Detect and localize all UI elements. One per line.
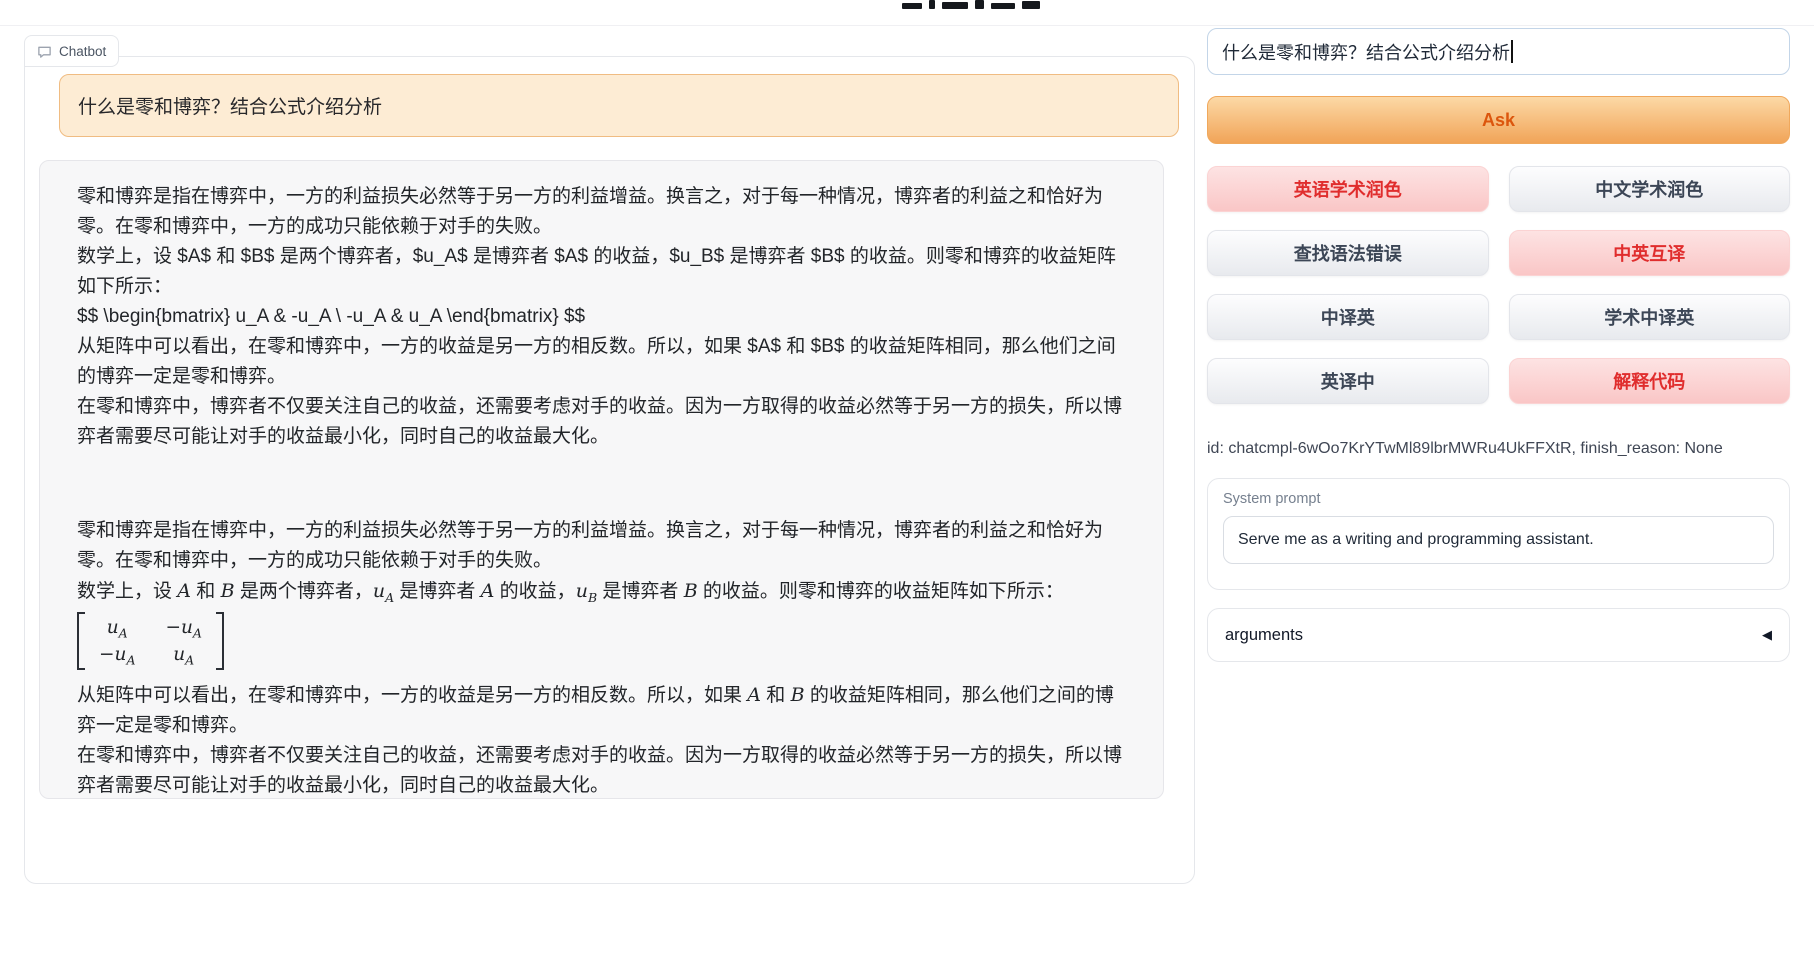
system-prompt-input[interactable]: Serve me as a writing and programming as…	[1223, 516, 1774, 564]
id-status-line: id: chatcmpl-6wOo7KrYTwMl89lbrMWRu4UkFFX…	[1207, 440, 1790, 458]
action-button-grid: 英语学术润色 中文学术润色 查找语法错误 中英互译 中译英 学术中译英 英译中 …	[1207, 166, 1790, 404]
chatbot-label: Chatbot	[59, 44, 106, 59]
matrix-left-bracket	[77, 612, 85, 670]
ask-button[interactable]: Ask	[1207, 96, 1790, 144]
bot-rendered-paragraph: 在零和博弈中，博弈者不仅要关注自己的收益，还需要考虑对手的收益。因为一方取得的收…	[77, 741, 1130, 799]
system-prompt-value: Serve me as a writing and programming as…	[1238, 531, 1594, 549]
accordion-title: arguments	[1225, 626, 1303, 645]
question-input-value: 什么是零和博弈？结合公式介绍分析	[1222, 39, 1510, 65]
top-divider	[0, 25, 1814, 26]
matrix-right-bracket	[216, 612, 224, 670]
collapse-triangle-icon: ◀	[1762, 627, 1772, 643]
bot-raw-paragraph: 零和博弈是指在博弈中，一方的利益损失必然等于另一方的利益增益。换言之，对于每一种…	[77, 182, 1130, 242]
arguments-accordion[interactable]: arguments ◀	[1207, 608, 1790, 662]
chatbot-label-tab: Chatbot	[24, 35, 119, 67]
system-prompt-label: System prompt	[1223, 491, 1774, 507]
clipped-page-title	[902, 0, 1040, 10]
bot-rendered-paragraph: 从矩阵中可以看出，在零和博弈中，一方的收益是另一方的相反数。所以，如果 A 和 …	[77, 680, 1130, 741]
bot-raw-paragraph: 从矩阵中可以看出，在零和博弈中，一方的收益是另一方的相反数。所以，如果 $A$ …	[77, 332, 1130, 392]
action-academic-zh-to-en[interactable]: 学术中译英	[1509, 294, 1791, 340]
bot-rendered-part: 零和博弈是指在博弈中，一方的利益损失必然等于另一方的利益增益。换言之，对于每一种…	[77, 516, 1130, 799]
user-message-bubble: 什么是零和博弈？结合公式介绍分析	[59, 74, 1179, 137]
bot-rendered-math-intro: 数学上，设 A 和 B 是两个博弈者，uA 是博弈者 A 的收益，uB 是博弈者…	[77, 576, 1130, 607]
system-prompt-card: System prompt Serve me as a writing and …	[1207, 478, 1790, 590]
bot-message-bubble: 零和博弈是指在博弈中，一方的利益损失必然等于另一方的利益增益。换言之，对于每一种…	[39, 160, 1164, 799]
action-zh-en-mutual-translate[interactable]: 中英互译	[1509, 230, 1791, 276]
control-column: 什么是零和博弈？结合公式介绍分析 Ask 英语学术润色 中文学术润色 查找语法错…	[1207, 28, 1790, 662]
bot-raw-paragraph: 数学上，设 $A$ 和 $B$ 是两个博弈者，$u_A$ 是博弈者 $A$ 的收…	[77, 242, 1130, 302]
bot-raw-part: 零和博弈是指在博弈中，一方的利益损失必然等于另一方的利益增益。换言之，对于每一种…	[77, 182, 1130, 452]
chat-bubble-icon	[37, 44, 52, 59]
action-english-academic-polish[interactable]: 英语学术润色	[1207, 166, 1489, 212]
action-chinese-academic-polish[interactable]: 中文学术润色	[1509, 166, 1791, 212]
user-message-text: 什么是零和博弈？结合公式介绍分析	[78, 92, 382, 119]
question-input[interactable]: 什么是零和博弈？结合公式介绍分析	[1207, 28, 1790, 75]
action-find-grammar-errors[interactable]: 查找语法错误	[1207, 230, 1489, 276]
math-matrix: uA−uA−uAuA	[77, 612, 224, 670]
bot-raw-paragraph: 在零和博弈中，博弈者不仅要关注自己的收益，还需要考虑对手的收益。因为一方取得的收…	[77, 392, 1130, 452]
chatbot-panel: Chatbot 什么是零和博弈？结合公式介绍分析 零和博弈是指在博弈中，一方的利…	[24, 56, 1195, 884]
action-zh-to-en[interactable]: 中译英	[1207, 294, 1489, 340]
formula-raw: $$ \begin{bmatrix} u_A & -u_A \ -u_A & u…	[77, 302, 1130, 332]
action-explain-code[interactable]: 解释代码	[1509, 358, 1791, 404]
bot-rendered-paragraph: 零和博弈是指在博弈中，一方的利益损失必然等于另一方的利益增益。换言之，对于每一种…	[77, 516, 1130, 576]
text-caret	[1511, 40, 1513, 63]
matrix-cells: uA−uA−uAuA	[85, 612, 216, 670]
action-en-to-zh[interactable]: 英译中	[1207, 358, 1489, 404]
